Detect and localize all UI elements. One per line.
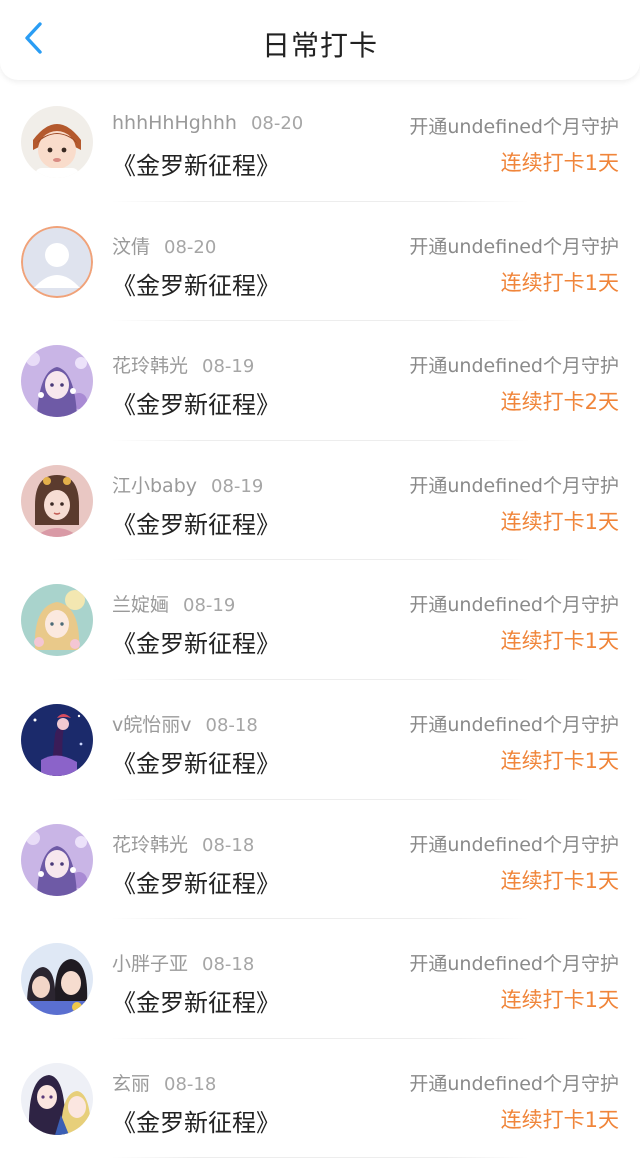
- user-meta: 兰婝婳 08-19: [112, 590, 235, 616]
- anime-girl-lilac-avatar[interactable]: [21, 823, 93, 896]
- checkin-date: 08-18: [205, 714, 258, 736]
- checkin-row[interactable]: v皖怡丽v 08-18 《金罗新征程》 开通undefined个月守护 连续打卡1…: [0, 680, 640, 800]
- book-title: 《金罗新征程》: [112, 869, 280, 898]
- book-title: 《金罗新征程》: [112, 271, 280, 300]
- username[interactable]: 花玲韩光: [112, 834, 188, 856]
- username[interactable]: 江小baby: [112, 475, 197, 497]
- guard-status: 开通undefined个月守护: [409, 833, 619, 856]
- guard-status: 开通undefined个月守护: [409, 953, 619, 976]
- checkin-date: 08-19: [211, 475, 264, 497]
- row-divider: [110, 1157, 530, 1159]
- checkin-row[interactable]: 汶倩 08-20 《金罗新征程》 开通undefined个月守护 连续打卡1天: [0, 202, 640, 322]
- illustrated-girl-pink-avatar[interactable]: [21, 464, 93, 537]
- checkin-row[interactable]: 江小baby 08-19 《金罗新征程》 开通undefined个月守护 连续打卡…: [0, 441, 640, 561]
- checkin-list: hhhHhHghhh 08-20 《金罗新征程》 开通undefined个月守护 …: [0, 82, 640, 1159]
- streak-count: 连续打卡1天: [500, 270, 619, 295]
- streak-count: 连续打卡1天: [500, 748, 619, 773]
- top-bar: 日常打卡: [0, 0, 640, 80]
- checkin-row[interactable]: 花玲韩光 08-19 《金罗新征程》 开通undefined个月守护 连续打卡2天: [0, 321, 640, 441]
- checkin-row[interactable]: 花玲韩光 08-18 《金罗新征程》 开通undefined个月守护 连续打卡1天: [0, 800, 640, 920]
- username[interactable]: 汶倩: [112, 236, 150, 258]
- streak-count: 连续打卡1天: [500, 629, 619, 654]
- book-title: 《金罗新征程》: [112, 1108, 280, 1137]
- anime-girl-lilac-avatar[interactable]: [21, 345, 93, 418]
- anime-pair-avatar[interactable]: [21, 1062, 93, 1135]
- checkin-date: 08-20: [164, 236, 217, 258]
- default-user-avatar[interactable]: [21, 225, 93, 298]
- username[interactable]: 兰婝婳: [112, 594, 169, 616]
- checkin-row[interactable]: 玄丽 08-18 《金罗新征程》 开通undefined个月守护 连续打卡1天: [0, 1039, 640, 1159]
- user-meta: hhhHhHghhh 08-20: [112, 112, 303, 138]
- checkin-date: 08-18: [202, 954, 255, 976]
- streak-count: 连续打卡1天: [500, 1107, 619, 1132]
- guard-status: 开通undefined个月守护: [409, 713, 619, 736]
- user-meta: 小胖子亚 08-18: [112, 949, 254, 975]
- page-title: 日常打卡: [261, 29, 378, 62]
- guard-status: 开通undefined个月守护: [409, 235, 619, 258]
- checkin-row[interactable]: 小胖子亚 08-18 《金罗新征程》 开通undefined个月守护 连续打卡1天: [0, 919, 640, 1039]
- book-title: 《金罗新征程》: [112, 152, 280, 180]
- user-meta: 汶倩 08-20: [112, 232, 216, 258]
- checkin-date: 08-19: [202, 356, 255, 378]
- user-meta: 花玲韩光 08-19: [112, 351, 254, 377]
- guard-status: 开通undefined个月守护: [409, 1072, 619, 1095]
- anime-girl-teal-avatar[interactable]: [21, 584, 93, 657]
- user-meta: v皖怡丽v 08-18: [112, 710, 258, 736]
- checkin-date: 08-19: [183, 595, 236, 617]
- streak-count: 连续打卡1天: [500, 151, 619, 175]
- streak-count: 连续打卡1天: [500, 509, 619, 534]
- user-meta: 江小baby 08-19: [112, 471, 263, 497]
- dark-fantasy-avatar[interactable]: [21, 703, 93, 776]
- streak-count: 连续打卡2天: [500, 390, 619, 415]
- user-meta: 玄丽 08-18: [112, 1069, 216, 1095]
- username[interactable]: v皖怡丽v: [112, 714, 192, 736]
- two-girls-photo-avatar[interactable]: [21, 943, 93, 1016]
- username[interactable]: 玄丽: [112, 1073, 150, 1095]
- guard-status: 开通undefined个月守护: [409, 116, 619, 138]
- username[interactable]: 小胖子亚: [112, 953, 188, 975]
- checkin-date: 08-18: [164, 1073, 217, 1095]
- book-title: 《金罗新征程》: [112, 391, 280, 420]
- book-title: 《金罗新征程》: [112, 749, 280, 778]
- username[interactable]: 花玲韩光: [112, 355, 188, 377]
- guard-status: 开通undefined个月守护: [409, 355, 619, 378]
- user-meta: 花玲韩光 08-18: [112, 830, 254, 856]
- guard-status: 开通undefined个月守护: [409, 474, 619, 497]
- book-title: 《金罗新征程》: [112, 989, 280, 1018]
- checkin-date: 08-18: [202, 834, 255, 856]
- username[interactable]: hhhHhHghhh: [112, 112, 237, 134]
- streak-count: 连续打卡1天: [500, 868, 619, 893]
- book-title: 《金罗新征程》: [112, 510, 280, 539]
- book-title: 《金罗新征程》: [112, 630, 280, 659]
- checkin-row[interactable]: hhhHhHghhh 08-20 《金罗新征程》 开通undefined个月守护 …: [0, 82, 640, 202]
- baby-photo-avatar[interactable]: [21, 106, 93, 178]
- checkin-date: 08-20: [250, 113, 304, 134]
- checkin-row[interactable]: 兰婝婳 08-19 《金罗新征程》 开通undefined个月守护 连续打卡1天: [0, 560, 640, 680]
- guard-status: 开通undefined个月守护: [409, 594, 619, 617]
- streak-count: 连续打卡1天: [500, 988, 619, 1013]
